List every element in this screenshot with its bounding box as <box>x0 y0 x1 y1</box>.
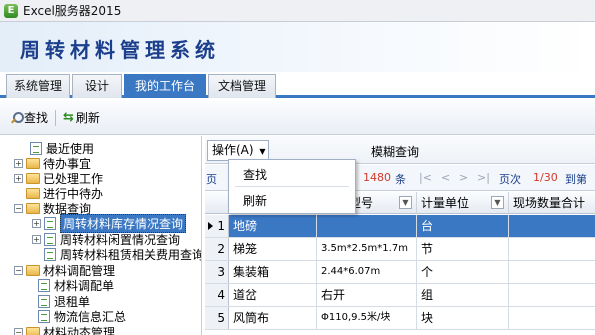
folder-icon <box>26 326 40 335</box>
page-value: 1/30 <box>533 171 558 184</box>
row-number[interactable]: 2 <box>205 238 229 260</box>
cell-model[interactable] <box>317 215 417 237</box>
tab-my-workbench[interactable]: 我的工作台 <box>124 74 206 98</box>
row-number[interactable]: 3 <box>205 261 229 283</box>
window-title: Excel服务器2015 <box>23 4 122 18</box>
cell-onsite-qty[interactable] <box>509 284 595 306</box>
page-label: 页次 <box>499 173 521 186</box>
operations-label: 操作(A) <box>212 143 254 157</box>
filter-dropdown-icon[interactable]: ▼ <box>491 196 504 209</box>
menu-item-refresh[interactable]: 刷新 <box>230 190 354 212</box>
chevron-down-icon: ▼ <box>259 147 266 156</box>
cell-onsite-qty[interactable] <box>509 238 595 260</box>
folder-icon <box>26 264 40 276</box>
cell-onsite-qty[interactable] <box>509 261 595 283</box>
row-number[interactable]: 1 <box>205 215 229 237</box>
tree-item-logistics-summary[interactable]: 物流信息汇总 <box>38 308 126 324</box>
grid-header-unit[interactable]: 计量单位 ▼ <box>417 192 509 214</box>
next-page-icon[interactable]: > <box>459 171 468 184</box>
tree-item-dynamic-mgmt[interactable]: − 材料动态管理 <box>14 324 115 335</box>
expand-icon[interactable]: + <box>14 173 23 183</box>
cell-model[interactable]: 2.44*6.07m <box>317 261 417 283</box>
app-logo-icon: E <box>4 3 18 18</box>
table-row[interactable]: 5 风筒布 Φ110,9.5米/块 块 <box>205 307 595 330</box>
report-icon <box>44 232 56 246</box>
table-row[interactable]: 1 地磅 台 <box>205 215 595 238</box>
table-row[interactable]: 2 梯笼 3.5m*2.5m*1.7m 节 <box>205 238 595 261</box>
grid-header-onsite-qty[interactable]: 现场数量合计 <box>509 192 595 214</box>
grid-corner <box>205 192 229 214</box>
operations-dropdown-button[interactable]: 操作(A) ▼ <box>207 140 269 161</box>
current-row-icon <box>208 222 213 230</box>
row-number[interactable]: 4 <box>205 284 229 306</box>
folder-icon <box>26 157 40 169</box>
toolbar-refresh-button[interactable]: ⇆ 刷新 <box>59 107 104 129</box>
cell-unit[interactable]: 台 <box>417 215 509 237</box>
cell-name[interactable]: 道岔 <box>229 284 317 306</box>
row-number[interactable]: 5 <box>205 307 229 329</box>
report-icon <box>44 247 56 261</box>
menu-separator <box>235 186 349 187</box>
cell-name[interactable]: 风筒布 <box>229 307 317 329</box>
cell-name[interactable]: 集装箱 <box>229 261 317 283</box>
system-title: 周转材料管理系统 <box>20 38 220 62</box>
first-page-icon[interactable]: |< <box>419 171 432 184</box>
cell-unit[interactable]: 个 <box>417 261 509 283</box>
report-icon <box>30 141 42 155</box>
cell-model[interactable]: 3.5m*2.5m*1.7m <box>317 238 417 260</box>
tab-system-management[interactable]: 系统管理 <box>6 74 70 98</box>
toolbar-search-button[interactable]: 查找 <box>6 107 52 129</box>
cell-unit[interactable]: 块 <box>417 307 509 329</box>
collapse-icon[interactable]: − <box>14 327 23 335</box>
tree-item-inventory-query[interactable]: + 周转材料库存情况查询 <box>32 213 187 233</box>
report-icon <box>38 294 50 308</box>
app-banner: 周转材料管理系统 <box>0 22 595 72</box>
report-icon <box>38 278 50 292</box>
navigation-tree: 最近使用 + 待办事宜 + 已处理工作 进行中待办 − 数据查询 + 周转材料库… <box>0 136 202 335</box>
cell-name[interactable]: 地磅 <box>229 215 317 237</box>
main-tab-bar: 系统管理 设计 我的工作台 文档管理 <box>0 72 595 98</box>
menu-item-search[interactable]: 查找 <box>230 164 354 186</box>
cell-model[interactable]: 右开 <box>317 284 417 306</box>
folder-icon <box>26 187 40 199</box>
refresh-icon: ⇆ <box>63 110 74 125</box>
filter-dropdown-icon[interactable]: ▼ <box>399 196 412 209</box>
expand-icon[interactable]: + <box>32 234 41 244</box>
collapse-icon[interactable]: − <box>14 265 23 275</box>
toolbar: 查找 ⇆ 刷新 <box>0 101 595 135</box>
operations-menu: 查找 刷新 <box>228 159 356 214</box>
expand-icon[interactable]: + <box>32 218 41 228</box>
goto-page-label[interactable]: 到第 <box>565 171 587 187</box>
cell-onsite-qty[interactable] <box>509 215 595 237</box>
report-icon <box>38 309 50 323</box>
cell-unit[interactable]: 组 <box>417 284 509 306</box>
tab-design[interactable]: 设计 <box>72 74 122 98</box>
record-total: 1480 <box>363 171 391 184</box>
cell-onsite-qty[interactable] <box>509 307 595 329</box>
collapse-icon[interactable]: − <box>14 203 23 213</box>
toolbar-separator <box>55 109 57 126</box>
prev-page-icon[interactable]: < <box>441 171 450 184</box>
window-titlebar: E Excel服务器2015 <box>0 0 595 22</box>
toolbar-refresh-label: 刷新 <box>75 111 100 125</box>
expand-icon[interactable]: + <box>14 158 23 168</box>
vague-query-button[interactable]: 模糊查询 <box>371 143 419 160</box>
folder-icon <box>26 172 40 184</box>
tree-item-rental-fee-query[interactable]: 周转材料租赁相关费用查询 <box>44 246 201 262</box>
tree-item-allocation-form[interactable]: 材料调配单 <box>38 277 114 293</box>
toolbar-search-label: 查找 <box>24 111 49 125</box>
record-unit: 条 <box>395 173 406 186</box>
folder-icon <box>26 202 40 214</box>
last-page-icon[interactable]: >| <box>477 171 490 184</box>
search-icon <box>10 111 24 124</box>
pager-left-mark: 页 <box>206 173 217 186</box>
table-row[interactable]: 4 道岔 右开 组 <box>205 284 595 307</box>
cell-unit[interactable]: 节 <box>417 238 509 260</box>
report-icon <box>44 216 56 230</box>
tab-document-management[interactable]: 文档管理 <box>208 74 276 98</box>
table-row[interactable]: 3 集装箱 2.44*6.07m 个 <box>205 261 595 284</box>
cell-model[interactable]: Φ110,9.5米/块 <box>317 307 417 329</box>
cell-name[interactable]: 梯笼 <box>229 238 317 260</box>
